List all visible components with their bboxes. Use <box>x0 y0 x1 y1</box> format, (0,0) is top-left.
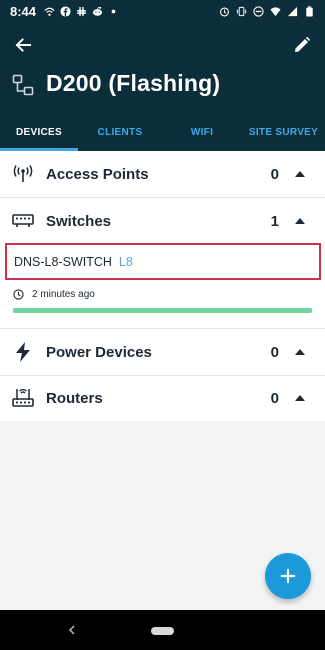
devices-content: Access Points 0 Switches 1 DNS-L8-SWITCH… <box>0 151 325 610</box>
edit-button[interactable] <box>289 32 315 58</box>
facebook-icon <box>60 5 71 17</box>
status-time: 8:44 <box>10 3 37 19</box>
section-access-points[interactable]: Access Points 0 <box>0 151 325 197</box>
nav-back-button[interactable] <box>64 622 80 638</box>
section-count: 0 <box>270 343 279 361</box>
section-count: 0 <box>270 165 279 183</box>
router-icon <box>12 387 34 409</box>
dot-icon <box>111 9 116 13</box>
section-label: Access Points <box>46 165 149 183</box>
add-device-fab[interactable] <box>265 553 311 599</box>
switch-icon <box>12 210 34 232</box>
section-switches[interactable]: Switches 1 <box>0 198 325 244</box>
chevron-up-icon[interactable] <box>293 391 307 405</box>
lightning-icon <box>12 341 34 363</box>
tab-site-survey[interactable]: SITE SURVEY <box>242 113 325 151</box>
tab-label: WIFI <box>190 126 214 138</box>
device-last-seen: 2 minutes ago <box>13 289 95 300</box>
antenna-icon <box>12 163 34 185</box>
tab-label: SITE SURVEY <box>248 126 319 138</box>
tab-label: CLIENTS <box>97 126 143 138</box>
tab-devices[interactable]: DEVICES <box>0 113 78 151</box>
section-label: Switches <box>46 212 112 230</box>
section-power-devices[interactable]: Power Devices 0 <box>0 329 325 375</box>
section-label: Power Devices <box>46 343 152 361</box>
arrow-left-icon <box>15 38 31 52</box>
network-icon <box>12 74 34 96</box>
app-header: 8:44 D200 (Flashing) DEVICES CLIENTS WIF… <box>0 0 325 151</box>
switch-device-item[interactable]: DNS-L8-SWITCH L8 <box>5 243 321 280</box>
device-name: DNS-L8-SWITCH <box>14 254 112 269</box>
tab-label: DEVICES <box>15 126 62 138</box>
status-bar: 8:44 <box>0 0 325 22</box>
clock-icon <box>13 289 24 300</box>
battery-icon <box>306 5 313 17</box>
pencil-icon <box>295 36 311 52</box>
section-count: 0 <box>270 389 279 407</box>
back-button[interactable] <box>10 32 36 58</box>
alarm-icon <box>220 6 229 16</box>
wifi-icon <box>270 6 281 16</box>
vibrate-icon <box>236 6 247 16</box>
nav-home-button[interactable] <box>151 627 174 635</box>
system-nav-bar <box>0 610 325 650</box>
status-left-icons <box>44 5 119 17</box>
status-right-icons <box>219 5 315 17</box>
device-status-fill <box>13 308 312 313</box>
app-bar <box>0 28 325 60</box>
wifi-calling-icon <box>44 7 55 16</box>
reddit-icon <box>92 6 103 16</box>
signal-icon <box>287 6 298 16</box>
section-label: Routers <box>46 389 103 407</box>
device-status-bar <box>13 308 312 313</box>
chevron-left-icon <box>68 625 75 635</box>
tab-clients[interactable]: CLIENTS <box>78 113 162 151</box>
tab-bar: DEVICES CLIENTS WIFI SITE SURVEY <box>0 113 325 151</box>
page-title: D200 (Flashing) <box>46 70 221 96</box>
chevron-up-icon[interactable] <box>293 214 307 228</box>
device-model: L8 <box>118 254 133 269</box>
last-seen-text: 2 minutes ago <box>32 289 95 300</box>
section-routers[interactable]: Routers 0 <box>0 375 325 421</box>
devices-list: Access Points 0 Switches 1 DNS-L8-SWITCH… <box>0 151 325 421</box>
site-title-row: D200 (Flashing) <box>0 66 325 106</box>
plus-icon <box>281 569 295 583</box>
chevron-up-icon[interactable] <box>293 345 307 359</box>
dnd-icon <box>253 5 264 17</box>
chevron-up-icon[interactable] <box>293 167 307 181</box>
section-count: 1 <box>270 212 279 230</box>
slack-icon <box>76 6 87 16</box>
tab-wifi[interactable]: WIFI <box>162 113 242 151</box>
